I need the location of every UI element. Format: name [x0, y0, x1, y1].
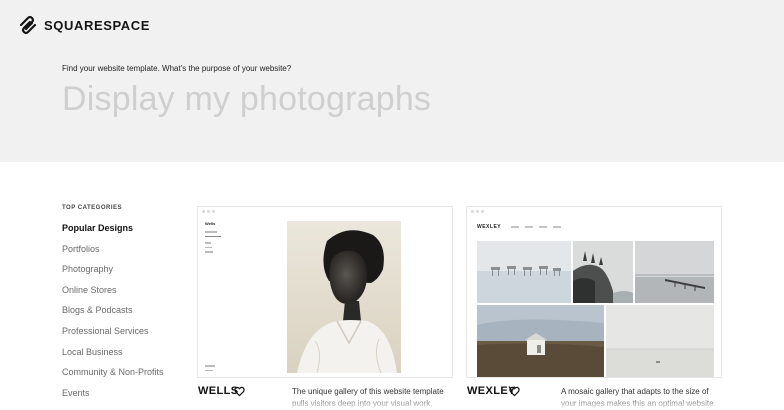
pier-photo [635, 241, 714, 303]
template-description-wexley: A mosaic gallery that adapts to the size… [561, 387, 714, 408]
category-photography[interactable]: Photography [62, 262, 182, 283]
portrait-photo [287, 221, 401, 373]
foggy-sea-photo [606, 305, 714, 377]
template-description-wells: The unique gallery of this website templ… [292, 387, 444, 408]
category-sidebar: TOP CATEGORIES Popular Designs Portfolio… [62, 205, 182, 406]
lake-posts-photo [477, 241, 571, 303]
category-blogs-podcasts[interactable]: Blogs & Podcasts [62, 303, 182, 324]
squarespace-logo-icon [19, 15, 37, 35]
preview-brand: Wells [205, 221, 216, 226]
category-online-stores[interactable]: Online Stores [62, 283, 182, 304]
template-prompt: Find your website template. What's the p… [62, 64, 292, 73]
browser-dots [471, 210, 484, 213]
template-name-wells[interactable]: WELLS [198, 385, 239, 397]
brand-name: SQUARESPACE [44, 17, 151, 33]
preview-header: WEXLEY [477, 224, 562, 230]
template-preview-wexley[interactable]: WEXLEY [466, 206, 722, 378]
category-popular-designs[interactable]: Popular Designs [62, 221, 182, 242]
categories-heading: TOP CATEGORIES [62, 205, 123, 211]
category-portfolios[interactable]: Portfolios [62, 242, 182, 263]
category-community-non-profits[interactable]: Community & Non-Profits [62, 365, 182, 386]
hero-section: SQUARESPACE Find your website template. … [0, 0, 784, 162]
purpose-input[interactable]: Display my photographs [62, 80, 431, 119]
category-professional-services[interactable]: Professional Services [62, 324, 182, 345]
squarespace-logo[interactable]: SQUARESPACE [18, 15, 150, 35]
heart-icon[interactable] [234, 386, 245, 397]
preview-brand: WEXLEY [477, 224, 502, 230]
template-preview-wells[interactable]: Wells [197, 206, 453, 378]
heart-icon[interactable] [509, 386, 520, 397]
category-events[interactable]: Events [62, 386, 182, 407]
hut-photo [477, 305, 604, 377]
preview-nav: Wells [205, 221, 221, 253]
cliff-trees-photo [573, 241, 633, 303]
browser-dots [202, 210, 215, 213]
preview-footer [205, 362, 215, 371]
category-local-business[interactable]: Local Business [62, 345, 182, 366]
